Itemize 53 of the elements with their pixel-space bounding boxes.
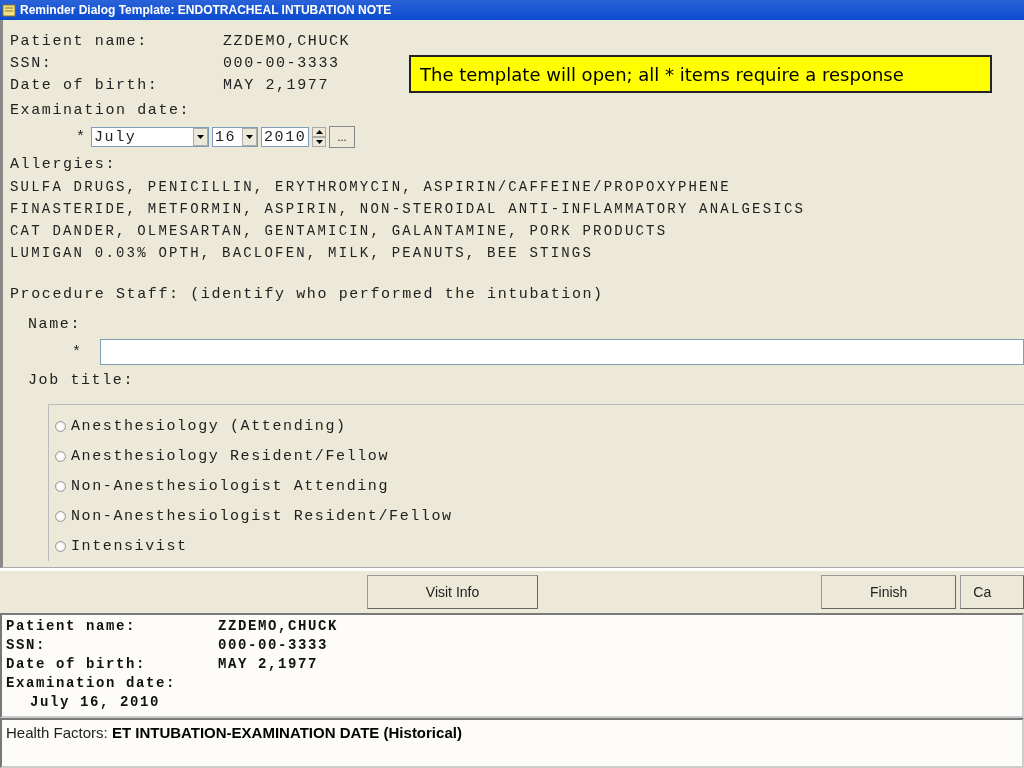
- spin-buttons[interactable]: [312, 127, 326, 147]
- radio-button[interactable]: [55, 510, 66, 522]
- allergy-line: FINASTERIDE, METFORMIN, ASPIRIN, NON-STEROIDAL ANTI-INFLAMMATORY ANALGESICS: [10, 200, 807, 219]
- section-heading: Procedure Staff: (identify who performed the intubation): [10, 285, 605, 305]
- day-dropdown[interactable]: 16: [212, 127, 258, 147]
- down-arrow-icon: [315, 140, 323, 144]
- month-dropdown[interactable]: July: [91, 127, 209, 147]
- radio-button[interactable]: [55, 540, 66, 552]
- field-label: SSN:: [10, 54, 54, 72]
- preview-value: July 16, 2010: [29, 693, 162, 712]
- visit-info-button[interactable]: Visit Info: [367, 575, 539, 609]
- preview-label: SSN:: [6, 636, 47, 655]
- name-field[interactable]: [100, 339, 1024, 365]
- radio-button[interactable]: [55, 480, 66, 492]
- allergies-label: Allergies:: [10, 155, 117, 175]
- preview-value: ZZDEMO,CHUCK: [218, 618, 339, 634]
- preview-value: MAY 2,1977: [218, 656, 318, 672]
- note-icon: [2, 3, 16, 17]
- option-label[interactable]: Intensivist: [71, 537, 188, 555]
- preview-label: Date of birth:: [6, 655, 148, 674]
- field-value: 000-00-3333: [223, 54, 340, 72]
- window-title: Reminder Dialog Template: ENDOTRACHEAL INTUBATION NOTE: [20, 3, 392, 17]
- dialog-button[interactable]: Ca: [960, 575, 1024, 609]
- radio-button[interactable]: [55, 420, 66, 432]
- allergy-line: LUMIGAN 0.03% OPTH, BACLOFEN, MILK, PEANUTS, BEE STINGS: [10, 244, 595, 263]
- exam-date-label: Examination date:: [10, 101, 192, 121]
- option-label[interactable]: Anesthesiology Resident/Fellow: [71, 447, 390, 465]
- preview-label: Patient name:: [6, 617, 138, 636]
- option-label[interactable]: Non-Anesthesiologist Attending: [71, 477, 390, 495]
- required-mark: *: [76, 128, 88, 146]
- dialog-button[interactable]: Finish: [821, 575, 957, 609]
- required-mark: *: [72, 343, 84, 361]
- name-label: Name:: [27, 315, 82, 335]
- date-picker-button[interactable]: ...: [329, 126, 355, 148]
- health-factors-label: Health Factors:: [6, 724, 108, 741]
- option-label[interactable]: Anesthesiology (Attending): [71, 417, 347, 435]
- field-label: Patient name:: [10, 32, 149, 50]
- preview-label: Examination date:: [6, 674, 178, 693]
- down-arrow-icon: [246, 135, 253, 139]
- allergy-line: SULFA DRUGS, PENICILLIN, ERYTHROMYCIN, ASPIRIN/CAFFEINE/PROPOXYPHENE: [10, 178, 732, 197]
- callout-note: The template will open; all * items require a response: [409, 55, 992, 93]
- job-title-label: Job title:: [27, 371, 135, 391]
- up-arrow-icon: [315, 130, 323, 134]
- radio-button[interactable]: [55, 450, 66, 462]
- preview-value: 000-00-3333: [218, 637, 328, 653]
- health-factor-value: ET INTUBATION-EXAMINATION DATE (Historical): [111, 724, 462, 741]
- option-label[interactable]: Non-Anesthesiologist Resident/Fellow: [71, 507, 453, 525]
- down-arrow-icon: [197, 135, 204, 139]
- field-label: Date of birth:: [10, 76, 160, 94]
- year-field[interactable]: 2010: [261, 127, 309, 147]
- allergy-line: CAT DANDER, OLMESARTAN, GENTAMICIN, GALANTAMINE, PORK PRODUCTS: [10, 222, 669, 241]
- field-value: MAY 2,1977: [223, 76, 329, 94]
- field-value: ZZDEMO,CHUCK: [223, 32, 351, 50]
